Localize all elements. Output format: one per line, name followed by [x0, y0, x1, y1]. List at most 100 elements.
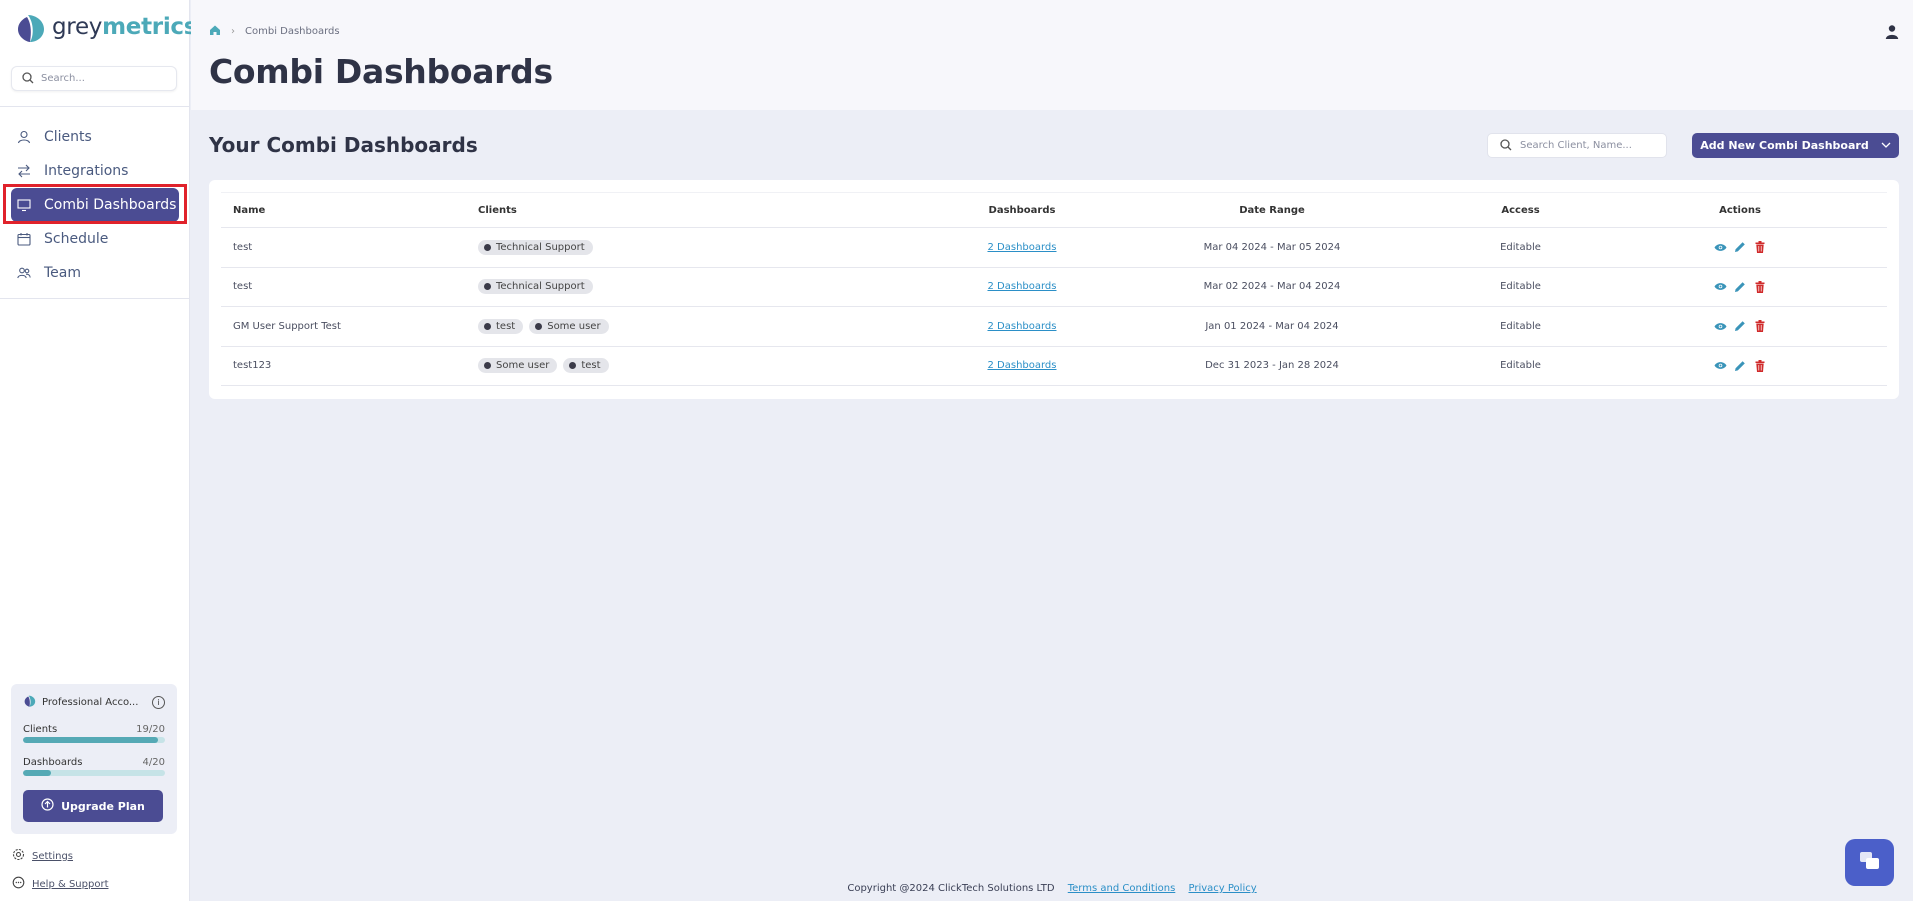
- dashboards-link[interactable]: 2 Dashboards: [987, 360, 1056, 371]
- cell-actions: [1593, 346, 1887, 386]
- chat-widget-button[interactable]: [1845, 839, 1894, 886]
- column-header-access[interactable]: Access: [1448, 192, 1593, 228]
- table-row[interactable]: test Technical Support 2 Dashboards Mar …: [221, 227, 1887, 268]
- settings-link[interactable]: Settings: [12, 848, 73, 864]
- cell-access: Editable: [1448, 227, 1593, 268]
- chat-bubble-icon: [12, 876, 25, 892]
- client-chip-label: Some user: [547, 320, 601, 332]
- sidebar-item-clients[interactable]: Clients: [11, 120, 179, 154]
- add-button-label: Add New Combi Dashboard: [1700, 139, 1869, 152]
- chip-dot: [484, 322, 491, 330]
- pencil-icon[interactable]: [1733, 240, 1747, 254]
- info-icon[interactable]: i: [152, 695, 165, 709]
- client-chip-label: test: [496, 320, 516, 332]
- cell-clients: Some user test: [473, 346, 948, 386]
- footer: Copyright @2024 ClickTech Solutions LTD …: [191, 883, 1913, 894]
- table-body: test Technical Support 2 Dashboards Mar …: [221, 227, 1887, 386]
- pencil-icon[interactable]: [1733, 319, 1747, 333]
- sidebar-search-input[interactable]: [41, 73, 161, 84]
- plan-clients-count: 19/20: [136, 724, 165, 735]
- sidebar-search[interactable]: [11, 66, 177, 91]
- plan-clients-row: Clients 19/20: [23, 724, 165, 735]
- client-chip-label: Some user: [496, 360, 550, 372]
- page-title: Combi Dashboards: [209, 52, 553, 91]
- table-row[interactable]: GM User Support Test test Some user 2 Das…: [221, 306, 1887, 347]
- sidebar-item-team[interactable]: Team: [11, 256, 179, 290]
- plan-dashboards-row: Dashboards 4/20: [23, 757, 165, 768]
- cell-date-range: Jan 01 2024 - Mar 04 2024: [1096, 306, 1448, 347]
- column-header-dashboards[interactable]: Dashboards: [948, 192, 1096, 228]
- cell-actions: [1593, 267, 1887, 307]
- client-chip: Some user: [478, 358, 558, 374]
- plan-dashboards-count: 4/20: [142, 757, 165, 768]
- cell-dashboards: 2 Dashboards: [948, 267, 1096, 307]
- table-search-input[interactable]: [1520, 140, 1650, 151]
- trash-icon[interactable]: [1753, 319, 1767, 333]
- eye-icon[interactable]: [1713, 280, 1727, 294]
- sidebar-item-label: Schedule: [44, 231, 109, 247]
- plan-card: Professional Acco... i Clients 19/20 Das…: [11, 684, 177, 834]
- trash-icon[interactable]: [1753, 240, 1767, 254]
- upgrade-plan-button[interactable]: Upgrade Plan: [23, 790, 163, 822]
- column-header-clients[interactable]: Clients: [473, 192, 948, 228]
- cell-access: Editable: [1448, 267, 1593, 307]
- search-icon: [22, 69, 34, 88]
- pencil-icon[interactable]: [1733, 359, 1747, 373]
- table-row[interactable]: test Technical Support 2 Dashboards Mar …: [221, 267, 1887, 307]
- chat-icon: [1858, 850, 1882, 876]
- gear-icon: [12, 848, 25, 864]
- highlight-box: [3, 184, 187, 224]
- help-support-link[interactable]: Help & Support: [12, 876, 108, 892]
- add-combi-dashboard-button[interactable]: Add New Combi Dashboard: [1692, 133, 1899, 158]
- sidebar-divider: [0, 298, 190, 299]
- home-icon[interactable]: [209, 24, 221, 39]
- breadcrumb-current: Combi Dashboards: [245, 26, 340, 37]
- cell-date-range: Mar 02 2024 - Mar 04 2024: [1096, 267, 1448, 307]
- sidebar-item-label: Clients: [44, 129, 92, 145]
- user-icon: [16, 129, 32, 145]
- section-title: Your Combi Dashboards: [209, 133, 478, 157]
- dashboards-link[interactable]: 2 Dashboards: [987, 281, 1056, 292]
- cell-dashboards: 2 Dashboards: [948, 227, 1096, 268]
- page-header: › Combi Dashboards Combi Dashboards: [191, 0, 1913, 110]
- plan-name: Professional Acco...: [42, 696, 139, 708]
- sidebar-item-label: Integrations: [44, 163, 129, 179]
- chip-dot: [484, 243, 491, 251]
- table-search[interactable]: [1487, 133, 1667, 158]
- cell-clients: Technical Support: [473, 267, 948, 307]
- table-row[interactable]: test123 Some user test 2 Dashboards Dec 3…: [221, 346, 1887, 386]
- column-header-name[interactable]: Name: [221, 192, 473, 228]
- pencil-icon[interactable]: [1733, 280, 1747, 294]
- team-icon: [16, 265, 32, 281]
- privacy-link[interactable]: Privacy Policy: [1188, 883, 1256, 894]
- logo[interactable]: greymetrics: [14, 10, 197, 44]
- cell-dashboards: 2 Dashboards: [948, 346, 1096, 386]
- trash-icon[interactable]: [1753, 280, 1767, 294]
- sidebar-item-schedule[interactable]: Schedule: [11, 222, 179, 256]
- dashboards-link[interactable]: 2 Dashboards: [987, 321, 1056, 332]
- dashboards-link[interactable]: 2 Dashboards: [987, 242, 1056, 253]
- column-header-date-range[interactable]: Date Range: [1096, 192, 1448, 228]
- cell-date-range: Dec 31 2023 - Jan 28 2024: [1096, 346, 1448, 386]
- chip-dot: [484, 362, 491, 370]
- table-header-row: Name Clients Dashboards Date Range Acces…: [221, 192, 1887, 228]
- client-chip: Technical Support: [478, 279, 593, 295]
- arrows-icon: [16, 163, 32, 179]
- account-icon[interactable]: [1885, 24, 1899, 44]
- terms-link[interactable]: Terms and Conditions: [1068, 883, 1176, 894]
- client-chip-label: Technical Support: [496, 241, 585, 253]
- sidebar-item-integrations[interactable]: Integrations: [11, 154, 179, 188]
- logo-mark-icon: [14, 11, 46, 43]
- trash-icon[interactable]: [1753, 359, 1767, 373]
- eye-icon[interactable]: [1713, 319, 1727, 333]
- cell-clients: test Some user: [473, 306, 948, 347]
- sidebar-item-label: Team: [44, 265, 82, 281]
- cell-actions: [1593, 227, 1887, 268]
- dashboards-table: Name Clients Dashboards Date Range Acces…: [221, 192, 1887, 386]
- cell-actions: [1593, 306, 1887, 347]
- eye-icon[interactable]: [1713, 359, 1727, 373]
- plan-dashboards-label: Dashboards: [23, 757, 83, 768]
- cell-date-range: Mar 04 2024 - Mar 05 2024: [1096, 227, 1448, 268]
- client-chip-label: test: [581, 360, 601, 372]
- eye-icon[interactable]: [1713, 240, 1727, 254]
